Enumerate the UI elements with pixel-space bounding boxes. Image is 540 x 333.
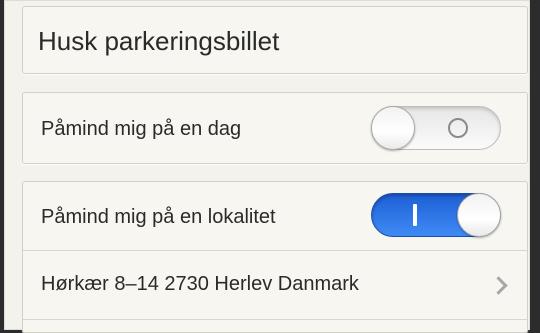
remind-at-location-toggle[interactable] xyxy=(371,193,501,237)
location-address-row[interactable]: Hørkær 8–14 2730 Herlev Danmark xyxy=(23,251,527,319)
reminder-detail-sheet: Husk parkeringsbillet Påmind mig på en d… xyxy=(4,0,530,333)
location-address[interactable]: Hørkær 8–14 2730 Herlev Danmark xyxy=(41,273,359,296)
remind-on-day-card: Påmind mig på en dag xyxy=(22,92,528,164)
off-circle-icon xyxy=(448,118,468,138)
row-divider xyxy=(23,319,527,320)
title-card[interactable]: Husk parkeringsbillet xyxy=(22,6,528,74)
remind-on-day-toggle[interactable] xyxy=(371,106,501,150)
remind-at-location-label: Påmind mig på en lokalitet xyxy=(41,206,276,228)
toggle-knob[interactable] xyxy=(457,193,501,237)
remind-on-day-label: Påmind mig på en dag xyxy=(41,118,242,140)
reminder-title[interactable]: Husk parkeringsbillet xyxy=(38,26,279,57)
chevron-right-icon[interactable] xyxy=(489,276,508,295)
on-bar-icon xyxy=(413,204,417,226)
toggle-knob[interactable] xyxy=(371,106,415,150)
remind-at-location-card: Påmind mig på en lokalitet Hørkær 8–14 2… xyxy=(22,181,528,333)
